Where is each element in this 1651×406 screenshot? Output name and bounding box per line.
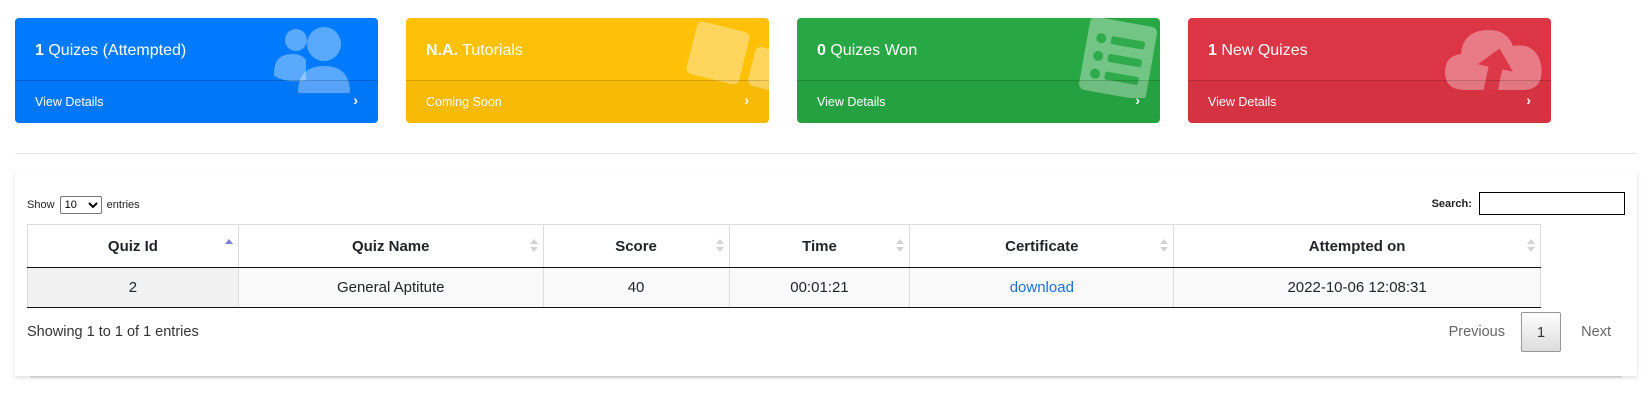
card-label: New Quizes (1221, 42, 1308, 59)
card-footer[interactable]: View Details › (797, 80, 1160, 123)
card-count: N.A. (426, 42, 458, 59)
next-button[interactable]: Next (1581, 312, 1611, 352)
table-header-row: Quiz Id Quiz Name Score Time Certificate… (27, 224, 1541, 268)
search-input[interactable] (1479, 192, 1625, 215)
cell-quiz-id: 2 (27, 267, 239, 308)
sort-icon (1160, 239, 1169, 253)
card-title: 1 New Quizes (1208, 42, 1308, 60)
cell-certificate: download (909, 267, 1175, 308)
table-info: Showing 1 to 1 of 1 entries (27, 324, 199, 340)
chevron-right-icon: › (744, 92, 749, 108)
cell-quiz-name: General Aptitute (238, 267, 544, 308)
sort-icon (529, 239, 538, 253)
card-count: 0 (817, 42, 826, 59)
view-details-link[interactable]: View Details (817, 95, 886, 109)
page-button-current[interactable]: 1 (1521, 312, 1561, 352)
cell-score: 40 (543, 267, 730, 308)
card-title: 1 Quizes (Attempted) (35, 42, 186, 60)
card-tutorials: N.A. Tutorials Coming Soon › (406, 18, 769, 123)
card-footer[interactable]: View Details › (1188, 80, 1551, 123)
entries-length-select[interactable]: 10 (59, 196, 102, 214)
cell-attempted-on: 2022-10-06 12:08:31 (1173, 267, 1541, 308)
card-footer[interactable]: Coming Soon › (406, 80, 769, 123)
column-header-quiz-id[interactable]: Quiz Id (27, 224, 239, 268)
card-label: Quizes Won (830, 42, 918, 59)
search-control: Search: (1432, 192, 1625, 215)
card-new-quizes: 1 New Quizes View Details › (1188, 18, 1551, 123)
summary-cards: 1 Quizes (Attempted) View Details › N.A.… (15, 18, 1637, 123)
card-title: 0 Quizes Won (817, 42, 917, 60)
column-header-score[interactable]: Score (543, 224, 730, 268)
column-header-quiz-name[interactable]: Quiz Name (238, 224, 544, 268)
results-panel: Show 10 entries Search: Quiz Id Quiz Nam… (15, 170, 1637, 376)
sort-icon (715, 239, 724, 253)
table-row: 2 General Aptitute 40 00:01:21 download … (27, 267, 1541, 308)
card-label: Quizes (Attempted) (48, 42, 187, 59)
show-label: Show (27, 199, 55, 211)
sort-ascending-icon (224, 239, 233, 253)
previous-button[interactable]: Previous (1449, 312, 1505, 352)
cell-time: 00:01:21 (729, 267, 911, 308)
view-details-link[interactable]: View Details (35, 95, 104, 109)
card-footer[interactable]: View Details › (15, 80, 378, 123)
card-label: Tutorials (462, 42, 523, 59)
entries-label: entries (106, 199, 140, 211)
entries-length-control: Show 10 entries (27, 196, 140, 214)
sort-icon (1527, 239, 1535, 253)
results-table: Quiz Id Quiz Name Score Time Certificate… (27, 224, 1541, 308)
column-header-time[interactable]: Time (729, 224, 911, 268)
card-count: 1 (1208, 42, 1217, 59)
card-count: 1 (35, 42, 44, 59)
chevron-right-icon: › (1135, 92, 1140, 108)
download-link[interactable]: download (1010, 279, 1074, 296)
coming-soon-link[interactable]: Coming Soon (426, 95, 502, 109)
sort-icon (896, 239, 905, 253)
column-header-certificate[interactable]: Certificate (909, 224, 1175, 268)
search-label: Search: (1431, 197, 1472, 210)
card-title: N.A. Tutorials (426, 42, 523, 60)
view-details-link[interactable]: View Details (1208, 95, 1277, 109)
card-quizes-attempted: 1 Quizes (Attempted) View Details › (15, 18, 378, 123)
chevron-right-icon: › (1526, 92, 1531, 108)
card-quizes-won: 0 Quizes Won View Details › (797, 18, 1160, 123)
divider (15, 153, 1637, 154)
chevron-right-icon: › (353, 92, 358, 108)
column-header-attempted-on[interactable]: Attempted on (1173, 224, 1541, 268)
